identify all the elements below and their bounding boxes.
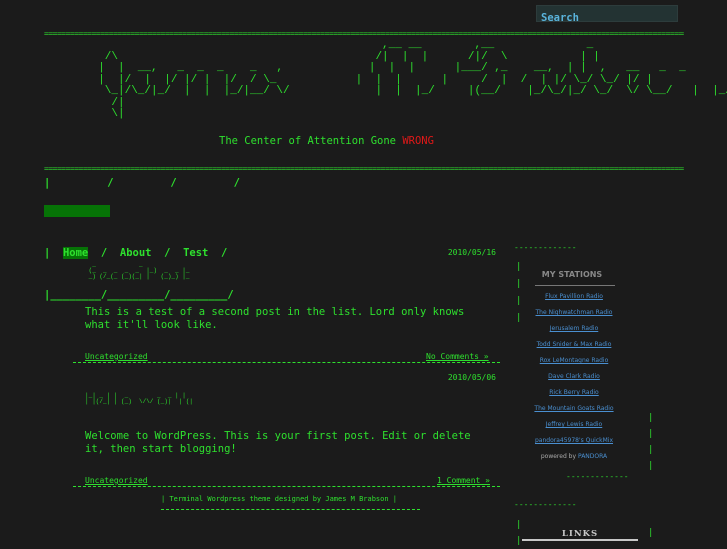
nav-row-items: | Home / About / Test / [44,247,228,259]
sidebar-right-border: | | | | [648,413,654,471]
powered-by: powered by PANDORA [514,453,634,460]
header-top-rule: ========================================… [44,30,684,38]
footer-credit: | Terminal Wordpress theme designed by J… [161,495,398,503]
links-left-border: | | [516,520,522,546]
pandora-logo[interactable]: PANDORA [578,453,607,460]
post-body: Welcome to WordPress. This is your first… [85,430,471,455]
post-comments-link[interactable]: 1 Comment » [437,476,490,485]
post-comments-link[interactable]: No Comments » [426,352,489,361]
post-category-link[interactable]: Uncategorized [85,476,148,485]
station-link[interactable]: Rick Berry Radio [514,389,634,396]
search-input[interactable]: Search [536,5,678,24]
post-body: This is a test of a second post in the l… [85,306,465,331]
station-link[interactable]: Jeffrey Lewis Radio [514,421,634,428]
stations-title-underline [535,285,615,286]
comments-label[interactable]: No Comments » [426,352,489,361]
station-link[interactable]: Todd Snider & Max Radio [514,341,634,348]
tagline-text: The Center of Attention Gone [219,135,397,147]
tagline-wrong: WRONG [402,135,434,147]
post-date: 2010/05/16 [447,248,496,257]
post-title-ascii[interactable]: |_| _ | | _ _ _ | | | |(/_| | (_) \/\/ (… [85,393,193,405]
main-nav: | Home / About / Test / |________/______… [44,176,234,316]
nav-row-top-lines: | / / / [44,177,240,189]
station-link[interactable]: Dave Clark Radio [514,373,634,380]
links-title: LINKS [522,529,638,541]
post-title-ascii[interactable]: _ _ (_ _ _ _ _ |_) _ _ |_ _) (/_(_ (_)(_… [85,262,190,280]
nav-item-about[interactable]: About [120,247,152,259]
nav-row-top [44,204,234,218]
station-link[interactable]: The Mountain Goats Radio [514,405,634,412]
powered-label: powered by [540,453,577,460]
header-bottom-rule: ========================================… [44,165,684,173]
site-logo-ascii[interactable]: ,__ __ ,__ _ /\ /| | | /|/ \ | | | | __,… [85,39,727,121]
post-divider [73,486,500,487]
site-tagline: The Center of Attention Gone WRONG [219,135,434,147]
sidebar-widget-bottom-dashes: ------------- [566,472,629,481]
category-label[interactable]: Uncategorized [85,476,148,485]
category-label[interactable]: Uncategorized [85,352,148,361]
station-link[interactable]: Jerusalem Radio [514,325,634,332]
search-label: Search [541,12,579,24]
nav-row-bottom: |________/_________/_________/ [44,289,234,301]
comments-label[interactable]: 1 Comment » [437,476,490,485]
links-top-dashes: ------------- [514,500,577,509]
station-link[interactable]: pandora45978's QuickMix [514,437,634,444]
post-date: 2010/05/06 [447,373,496,382]
post-divider [73,362,500,363]
station-link[interactable]: Flux Pavillion Radio [514,293,634,300]
post-category-link[interactable]: Uncategorized [85,352,148,361]
nav-item-test[interactable]: Test [183,247,208,259]
sidebar-top-dashes: ------------- [514,243,577,252]
station-link[interactable]: The Nighwatchman Radio [514,309,634,316]
nav-item-home[interactable]: Home [62,247,89,259]
stations-title: MY STATIONS [541,270,603,279]
footer-underline [161,509,420,510]
links-right-border: | [648,528,654,538]
station-link[interactable]: Rox LeMontagne Radio [514,357,634,364]
